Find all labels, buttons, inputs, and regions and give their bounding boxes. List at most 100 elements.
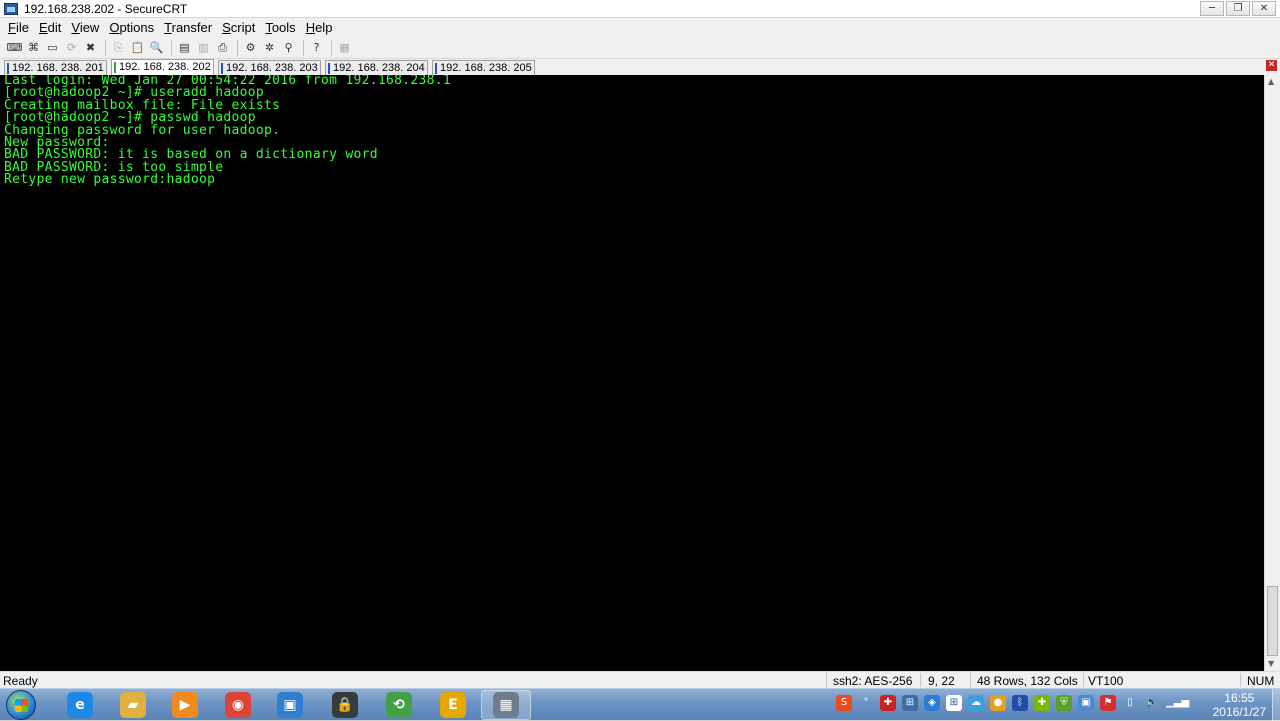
taskbar-app-e-app[interactable]: E — [428, 690, 478, 720]
restore-button[interactable]: ❐ — [1226, 1, 1250, 16]
lock-app-icon: 🔒 — [332, 692, 358, 718]
sogou-ime-icon[interactable]: S — [836, 695, 852, 711]
volume-icon[interactable]: 🔈 — [1144, 695, 1160, 711]
media-player-icon: ▶ — [172, 692, 198, 718]
terminal-scrollbar[interactable]: ▲ ▼ — [1264, 75, 1280, 671]
scroll-thumb[interactable] — [1267, 586, 1278, 656]
shield-icon[interactable]: ⛨ — [1056, 695, 1072, 711]
disconnect-icon[interactable]: ✖ — [82, 39, 99, 56]
menu-options[interactable]: Options — [104, 20, 159, 35]
clock-time: 16:55 — [1224, 691, 1255, 705]
menu-file[interactable]: File — [3, 20, 34, 35]
file-explorer-icon: ▰ — [120, 692, 146, 718]
taskbar-clock[interactable]: 16:55 2016/1/27 — [1213, 691, 1266, 719]
menu-transfer[interactable]: Transfer — [159, 20, 217, 35]
menu-tools[interactable]: Tools — [260, 20, 300, 35]
taskbar-app-vmware[interactable]: ▣ — [265, 690, 315, 720]
session-options-icon[interactable]: ⚙ — [242, 39, 259, 56]
internet-explorer-icon: e — [67, 692, 93, 718]
tab-192-168-238-205[interactable]: 192. 168. 238. 205 — [432, 60, 535, 75]
tab-192-168-238-202[interactable]: 192. 168. 238. 202 — [111, 59, 214, 75]
help-icon[interactable]: ? — [308, 39, 325, 56]
green-app-icon: ⟲ — [386, 692, 412, 718]
tab-label: 192. 168. 238. 203 — [226, 62, 318, 74]
tab-192-168-238-201[interactable]: 192. 168. 238. 201 — [4, 60, 107, 75]
toolbar-separator — [171, 39, 172, 56]
taskbar-app-internet-explorer[interactable]: e — [55, 690, 105, 720]
taskbar-app-lock-app[interactable]: 🔒 — [320, 690, 370, 720]
toolbar-separator — [303, 39, 304, 56]
qq-penguin-icon[interactable]: ● — [990, 695, 1006, 711]
reconnect-icon[interactable]: ⟳ — [63, 39, 80, 56]
menu-view[interactable]: View — [66, 20, 104, 35]
status-bar: Ready ssh2: AES-256 9, 22 48 Rows, 132 C… — [0, 671, 1280, 688]
taskbar-app-file-explorer[interactable]: ▰ — [108, 690, 158, 720]
minimize-button[interactable]: ─ — [1200, 1, 1224, 16]
connect-icon[interactable]: ⌨ — [6, 39, 23, 56]
sftp-icon[interactable]: ▦ — [336, 39, 353, 56]
tab-192-168-238-204[interactable]: 192. 168. 238. 204 — [325, 60, 428, 75]
quick-connect-icon[interactable]: ⌘ — [25, 39, 42, 56]
toolbar: ⌨ ⌘ ▭ ⟳ ✖ ⎘ 📋 🔍 ▤ ▥ ⎙ ⚙ ✲ ⚲? ▦ — [0, 37, 1280, 59]
taskbar-app-chrome[interactable]: ◉ — [213, 690, 263, 720]
terminal-line: Retype new password:hadoop — [4, 172, 216, 188]
chrome-icon: ◉ — [225, 692, 251, 718]
show-desktop-button[interactable] — [1272, 689, 1280, 721]
monitor-icon[interactable]: ▣ — [1078, 695, 1094, 711]
session-tab-bar: 192. 168. 238. 201 192. 168. 238. 202 19… — [0, 59, 1280, 75]
tab-status-marker — [7, 63, 9, 74]
status-cipher: ssh2: AES-256 — [833, 674, 913, 688]
close-tab-icon[interactable]: ✕ — [1266, 60, 1277, 71]
terminal-screen[interactable]: Last login: Wed Jan 27 00:54:22 2016 fro… — [0, 75, 1264, 671]
tab-status-marker — [328, 63, 330, 74]
securecrt-app-icon[interactable] — [4, 2, 18, 15]
print-icon[interactable]: ⎙ — [214, 39, 231, 56]
taskbar-app-securecrt[interactable]: ▦ — [481, 690, 531, 720]
menu-script[interactable]: Script — [217, 20, 260, 35]
status-emulation: VT100 — [1088, 674, 1124, 688]
signal-strength-icon[interactable]: ▁▃▅ — [1166, 695, 1189, 711]
status-terminal-size: 48 Rows, 132 Cols — [977, 674, 1078, 688]
start-button[interactable] — [6, 690, 36, 720]
windows-flag-icon[interactable]: ⊞ — [946, 695, 962, 711]
toolbar-separator — [331, 39, 332, 56]
tab-label: 192. 168. 238. 202 — [119, 61, 211, 73]
tab-label: 192. 168. 238. 204 — [333, 62, 425, 74]
print-screen-icon[interactable]: ▤ — [176, 39, 193, 56]
tab-192-168-238-203[interactable]: 192. 168. 238. 203 — [218, 60, 321, 75]
taskbar-app-green-app[interactable]: ⟲ — [374, 690, 424, 720]
security-shield-icon[interactable]: ◈ — [924, 695, 940, 711]
find-icon[interactable]: 🔍 — [148, 39, 165, 56]
connect-in-tab-icon[interactable]: ▭ — [44, 39, 61, 56]
print-selection-icon[interactable]: ▥ — [195, 39, 212, 56]
keymap-icon[interactable]: ⚲ — [280, 39, 297, 56]
tab-status-marker — [114, 62, 116, 73]
taskbar-app-media-player[interactable]: ▶ — [160, 690, 210, 720]
scroll-down-arrow-icon[interactable]: ▼ — [1268, 659, 1274, 668]
menu-edit[interactable]: Edit — [34, 20, 66, 35]
bluetooth-icon[interactable]: ᛒ — [1012, 695, 1028, 711]
status-ready: Ready — [3, 674, 38, 688]
tab-label: 192. 168. 238. 205 — [440, 62, 532, 74]
copy-icon[interactable]: ⎘ — [110, 39, 127, 56]
global-options-icon[interactable]: ✲ — [261, 39, 278, 56]
toolbar-separator — [237, 39, 238, 56]
scroll-up-arrow-icon[interactable]: ▲ — [1268, 77, 1274, 86]
vmware-icon: ▣ — [277, 692, 303, 718]
antivirus-icon[interactable]: ✚ — [880, 695, 896, 711]
clock-date: 2016/1/27 — [1212, 705, 1266, 719]
green-plus-icon[interactable]: ✚ — [1034, 695, 1050, 711]
close-button[interactable]: ✕ — [1252, 1, 1276, 16]
ime-mode-icon[interactable]: ° — [858, 695, 874, 711]
title-bar: 192.168.238.202 - SecureCRT ─ ❐ ✕ — [0, 0, 1280, 18]
paste-icon[interactable]: 📋 — [129, 39, 146, 56]
menu-bar: File Edit View Options Transfer Script T… — [0, 18, 1280, 37]
usb-device-icon[interactable]: ▯ — [1122, 695, 1138, 711]
menu-help[interactable]: Help — [301, 20, 338, 35]
cloud-sync-icon[interactable]: ☁ — [968, 695, 984, 711]
network-manager-icon[interactable]: ⊞ — [902, 695, 918, 711]
tab-status-marker — [221, 63, 223, 74]
flag-icon[interactable]: ⚑ — [1100, 695, 1116, 711]
e-app-icon: E — [440, 692, 466, 718]
status-cursor-position: 9, 22 — [928, 674, 955, 688]
